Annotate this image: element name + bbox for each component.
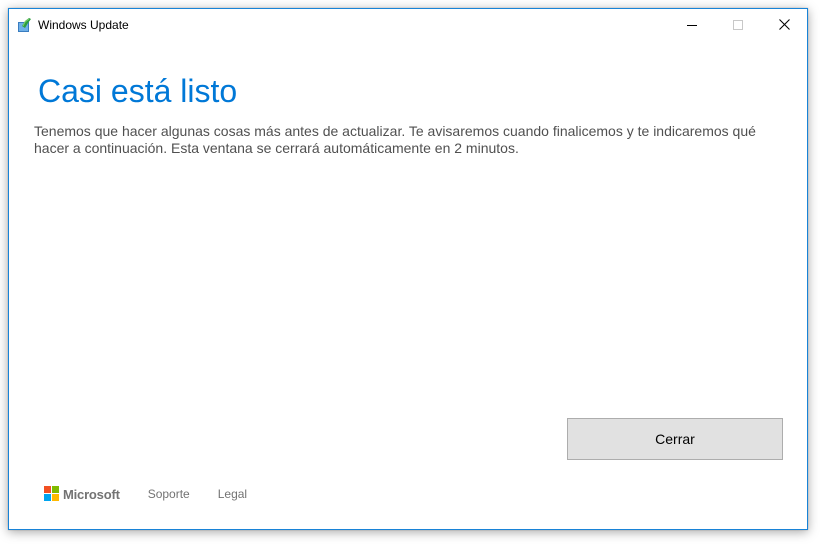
microsoft-brand-text: Microsoft bbox=[63, 486, 120, 502]
windows-update-window: Windows Update Casi está listo Tenemos q… bbox=[8, 8, 808, 530]
soporte-link[interactable]: Soporte bbox=[148, 487, 190, 501]
close-icon bbox=[778, 19, 790, 30]
microsoft-logo-icon bbox=[44, 486, 60, 502]
maximize-icon bbox=[733, 19, 743, 30]
page-heading: Casi está listo bbox=[38, 73, 238, 109]
minimize-icon bbox=[687, 20, 697, 30]
title-bar[interactable]: Windows Update bbox=[9, 9, 807, 40]
minimize-button[interactable] bbox=[669, 9, 715, 40]
cerrar-button[interactable]: Cerrar bbox=[567, 418, 783, 460]
window-title: Windows Update bbox=[38, 18, 129, 32]
close-window-button[interactable] bbox=[761, 9, 807, 40]
maximize-button bbox=[715, 9, 761, 40]
footer: Microsoft Soporte Legal bbox=[44, 485, 275, 503]
windows-update-app-icon bbox=[17, 17, 33, 33]
microsoft-logo: Microsoft bbox=[44, 486, 120, 502]
legal-link[interactable]: Legal bbox=[218, 487, 247, 501]
description-text: Tenemos que hacer algunas cosas más ante… bbox=[34, 123, 756, 156]
